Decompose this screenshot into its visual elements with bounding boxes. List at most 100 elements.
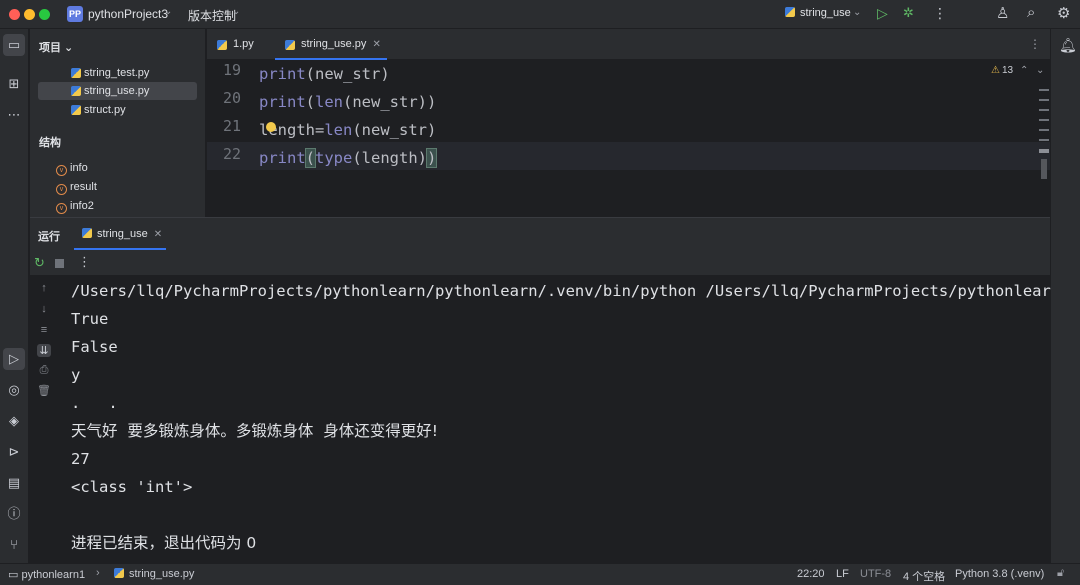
console-output-line: 天气好 要多锻炼身体。多锻炼身体 身体还变得更好! (71, 422, 438, 440)
stop-icon[interactable] (55, 259, 64, 268)
python-file-icon (114, 568, 124, 578)
more-horizontal-icon[interactable]: ⋯ (3, 104, 25, 126)
code-editor[interactable]: 1.py string_use.py ✕ ⋮ 19 20 21 22 print(… (207, 29, 1050, 217)
code-line: print(len(new_str)) (259, 93, 437, 111)
chevron-up-icon[interactable]: ⌃ (1020, 65, 1028, 76)
structure-item[interactable]: v info2 (56, 199, 94, 214)
console-output-line: True (71, 310, 109, 328)
folder-icon: ▭ (8, 569, 22, 581)
python-file-icon (285, 40, 295, 50)
line-number: 20 (222, 89, 241, 107)
console-output-line: 27 (71, 450, 90, 468)
console-output-line: . . (71, 394, 118, 412)
vcs-menu[interactable]: 版本控制 (188, 7, 236, 24)
project-badge-icon[interactable]: PP (67, 6, 83, 22)
python-interpreter[interactable]: Python 3.8 (.venv) (955, 568, 1044, 580)
window-maximize-button[interactable] (39, 9, 50, 20)
project-panel-title[interactable]: 项目 ⌄ (39, 39, 73, 55)
lock-icon[interactable]: 🔓︎ (1057, 567, 1064, 580)
variable-icon: v (56, 203, 67, 214)
terminal-icon[interactable]: ▤ (3, 472, 25, 494)
chevron-down-icon[interactable]: ⌄ (853, 7, 861, 18)
bell-icon[interactable]: 🔔︎ (1059, 37, 1077, 54)
add-user-icon[interactable]: ♙ (996, 4, 1009, 22)
code-line: print(type(length)) (259, 148, 438, 168)
file-item[interactable]: struct.py (38, 101, 197, 119)
python-file-icon (71, 105, 81, 115)
search-icon[interactable]: ⌕ (1027, 4, 1035, 21)
soft-wrap-icon[interactable]: ≡ (37, 324, 51, 336)
window-minimize-button[interactable] (24, 9, 35, 20)
scroll-marker (1039, 119, 1049, 121)
scroll-marker (1039, 139, 1049, 141)
console-output-line: <class 'int'> (71, 478, 193, 496)
arrow-up-icon[interactable]: ↑ (37, 282, 51, 294)
file-encoding[interactable]: UTF-8 (860, 568, 891, 580)
line-number: 19 (222, 61, 241, 79)
arrow-down-icon[interactable]: ↓ (37, 303, 51, 315)
debug-icon[interactable]: ✲ (903, 5, 914, 21)
run-config-label: string_use (800, 7, 851, 19)
run-tab[interactable]: string_use ✕ (74, 218, 167, 250)
warning-icon: ⚠ (991, 65, 1000, 76)
project-name[interactable]: pythonProject3 (88, 7, 168, 21)
more-vertical-icon[interactable]: ⋮ (78, 254, 91, 270)
scroll-marker (1039, 109, 1049, 111)
git-icon[interactable]: ⑂ (3, 534, 25, 556)
structure-item[interactable]: v result (56, 180, 97, 195)
close-icon[interactable]: ✕ (154, 229, 162, 240)
more-vertical-icon[interactable]: ⋮ (933, 5, 947, 22)
scrollbar-markers[interactable] (1037, 89, 1049, 179)
window-close-button[interactable] (9, 9, 20, 20)
intention-bulb-icon[interactable] (266, 122, 276, 132)
file-item-selected[interactable]: string_use.py (38, 82, 197, 100)
file-item[interactable]: string_test.py (38, 64, 197, 82)
scroll-marker (1039, 89, 1049, 91)
trash-icon[interactable]: 🗑︎ (37, 384, 51, 397)
status-project[interactable]: ▭ pythonlearn1 (8, 568, 85, 581)
tab-1-py[interactable]: 1.py (207, 29, 273, 60)
structure-item[interactable]: v info (56, 161, 88, 176)
run-tool-icon[interactable]: ▷ (3, 348, 25, 370)
left-tool-strip: ▭ ⊞ ⋯ ▷ ◎ ◈ ⊳ ▤ ⓘ ⑂ (0, 29, 29, 563)
folder-icon[interactable]: ▭ (3, 34, 25, 56)
structure-icon[interactable]: ⊞ (3, 73, 25, 95)
python-file-icon (217, 40, 227, 50)
problems-icon[interactable]: ⓘ (3, 503, 25, 525)
python-file-icon (82, 228, 92, 238)
rerun-icon[interactable]: ↻ (34, 255, 45, 271)
python-file-icon (71, 68, 81, 78)
line-separator[interactable]: LF (836, 568, 849, 580)
indent-setting[interactable]: 4 个空格 (903, 568, 945, 584)
variable-icon: v (56, 165, 67, 176)
layers-icon[interactable]: ◈ (3, 410, 25, 432)
chevron-down-icon[interactable]: ⌄ (164, 6, 172, 17)
python-file-icon (71, 86, 81, 96)
scroll-marker (1039, 129, 1049, 131)
python-file-icon (785, 7, 795, 17)
status-file[interactable]: string_use.py (114, 568, 194, 580)
chevron-down-icon[interactable]: ⌄ (232, 6, 240, 17)
gear-icon[interactable]: ⚙ (1057, 4, 1070, 22)
editor-tabs: 1.py string_use.py ✕ ⋮ (207, 29, 1050, 60)
chevron-down-icon[interactable]: ⌄ (1036, 65, 1044, 76)
cursor-position[interactable]: 22:20 (797, 568, 825, 580)
console-output-line: /Users/llq/PycharmProjects/pythonlearn/p… (71, 282, 1051, 300)
python-console-icon[interactable]: ◎ (3, 379, 25, 401)
scroll-thumb[interactable] (1039, 149, 1049, 153)
services-icon[interactable]: ⊳ (3, 441, 25, 463)
run-side-toolbar: ↑ ↓ ≡ ⇊ ⎙ 🗑︎ (30, 276, 58, 564)
scroll-thumb[interactable] (1041, 159, 1047, 179)
run-panel-header: 运行 string_use ✕ (30, 218, 1050, 250)
run-config-selector[interactable]: string_use (785, 7, 851, 19)
chevron-right-icon: › (96, 567, 100, 579)
tab-string-use-py[interactable]: string_use.py ✕ (275, 29, 387, 60)
scroll-to-end-icon[interactable]: ⇊ (37, 344, 51, 357)
warnings-indicator[interactable]: ⚠ 13 (991, 65, 1013, 76)
print-icon[interactable]: ⎙ (37, 364, 51, 377)
more-vertical-icon[interactable]: ⋮ (1029, 37, 1041, 51)
console-output-line: False (71, 338, 118, 356)
run-panel: 运行 string_use ✕ ↻ ⋮ ↑ ↓ ≡ ⇊ ⎙ 🗑︎ /Users/l… (30, 217, 1051, 564)
run-icon[interactable]: ▷ (877, 5, 891, 21)
close-icon[interactable]: ✕ (372, 39, 380, 50)
